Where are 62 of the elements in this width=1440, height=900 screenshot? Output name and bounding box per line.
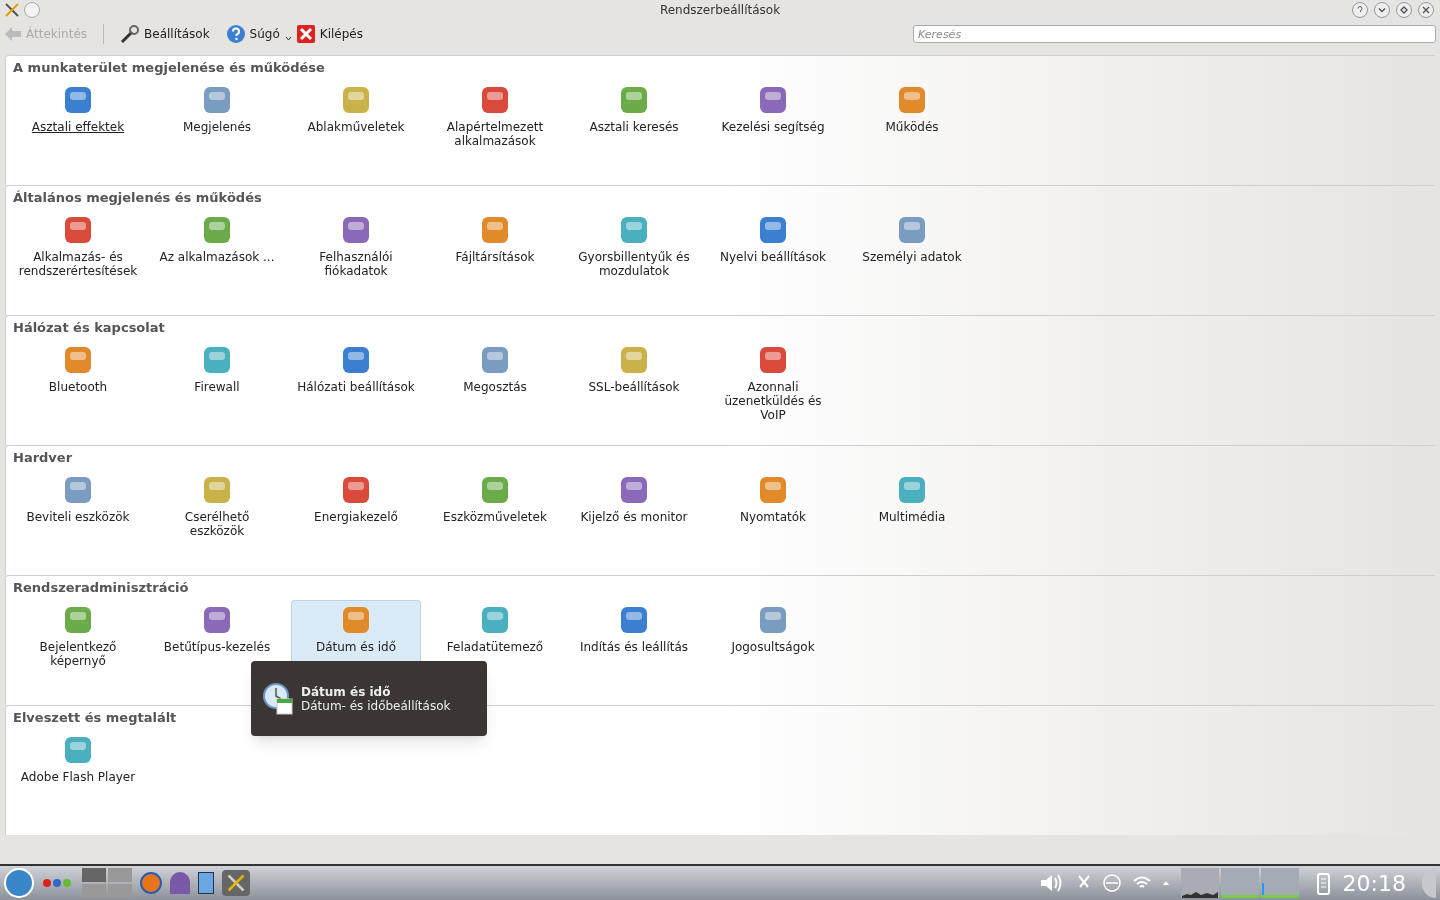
- module-item[interactable]: Multimédia: [847, 469, 977, 541]
- category-title: Rendszeradminisztráció: [12, 579, 190, 597]
- tooltip-title: Dátum és idő: [301, 684, 392, 699]
- system-monitor-drawing[interactable]: [1180, 868, 1301, 898]
- module-item[interactable]: Adobe Flash Player: [13, 729, 143, 787]
- task-button[interactable]: [222, 870, 250, 896]
- search-field[interactable]: Keresés: [913, 25, 1436, 43]
- module-item[interactable]: Bejelentkező képernyő: [13, 599, 143, 671]
- module-item[interactable]: Ablakműveletek: [291, 79, 421, 151]
- module-item[interactable]: Működés: [847, 79, 977, 151]
- module-item[interactable]: Asztali effektek: [13, 79, 143, 151]
- module-item[interactable]: Beviteli eszközök: [13, 469, 143, 541]
- expand-arrow-icon[interactable]: [1162, 881, 1169, 885]
- category-title: Hardver: [12, 449, 74, 467]
- module-item[interactable]: Indítás és leállítás: [569, 599, 699, 671]
- module-item[interactable]: Alapértelmezett alkalmazások: [430, 79, 560, 151]
- module-item[interactable]: Fájltársítások: [430, 209, 560, 281]
- activity-dots-icon[interactable]: [42, 878, 74, 888]
- module-item[interactable]: Felhasználói fiókadatok: [291, 209, 421, 281]
- module-item[interactable]: Megjelenés: [152, 79, 282, 151]
- module-item[interactable]: Azonnali üzenetküldés és VoIP: [708, 339, 838, 425]
- category-title: Hálózat és kapcsolat: [12, 319, 166, 337]
- module-item[interactable]: Jogosultságok: [708, 599, 838, 671]
- module-item[interactable]: Megosztás: [430, 339, 560, 425]
- module-item[interactable]: SSL-beállítások: [569, 339, 699, 425]
- module-item[interactable]: Eszközműveletek: [430, 469, 560, 541]
- tools-icon[interactable]: [4, 2, 20, 18]
- module-item[interactable]: Alkalmazás- és rendszerértesítések: [13, 209, 143, 281]
- corner-button[interactable]: [1422, 868, 1436, 898]
- back-arrow-icon: [4, 26, 22, 42]
- quit-icon: [295, 24, 316, 44]
- clock-calendar-icon: [263, 682, 293, 715]
- minimize-button[interactable]: [1374, 2, 1390, 18]
- module-item[interactable]: Bluetooth: [13, 339, 143, 425]
- module-item[interactable]: Az alkalmazások ...: [152, 209, 282, 281]
- toolbar-button[interactable]: Kilépés: [295, 24, 363, 44]
- module-item[interactable]: Nyelvi beállítások: [708, 209, 838, 281]
- module-item[interactable]: Firewall: [152, 339, 282, 425]
- module-item[interactable]: Kezelési segítség: [708, 79, 838, 151]
- desktop-pager[interactable]: [82, 868, 132, 898]
- toolbar-button[interactable]: Beállítások: [120, 24, 210, 44]
- toolbar-button[interactable]: Súgó: [225, 24, 280, 44]
- tooltip-description: Dátum- és időbeállítások: [301, 698, 451, 713]
- module-item[interactable]: Asztali keresés: [569, 79, 699, 151]
- module-item[interactable]: Kijelző és monitor: [569, 469, 699, 541]
- help-button[interactable]: [1352, 2, 1368, 18]
- module-item[interactable]: Betűtípus-kezelés: [152, 599, 282, 671]
- window-title: Rendszerbeállítások: [659, 2, 781, 19]
- help-icon: [225, 24, 246, 44]
- module-item[interactable]: Cserélhető eszközök: [152, 469, 282, 541]
- module-item[interactable]: Hálózati beállítások: [291, 339, 421, 425]
- maximize-button[interactable]: [1396, 2, 1412, 18]
- category-title: Általános megjelenés és működés: [12, 189, 263, 207]
- dropdown-caret-icon[interactable]: [284, 36, 292, 41]
- module-item[interactable]: Gyorsbillentyűk és mozdulatok: [569, 209, 699, 281]
- category-title: Elveszett és megtalált: [12, 709, 178, 727]
- category-title: A munkaterület megjelenése és működése: [12, 59, 326, 77]
- module-item[interactable]: Energiakezelő: [291, 469, 421, 541]
- close-button[interactable]: [1418, 2, 1434, 18]
- module-item[interactable]: Feladatütemező: [430, 599, 560, 671]
- module-item[interactable]: Személyi adatok: [847, 209, 977, 281]
- module-item[interactable]: Nyomtatók: [708, 469, 838, 541]
